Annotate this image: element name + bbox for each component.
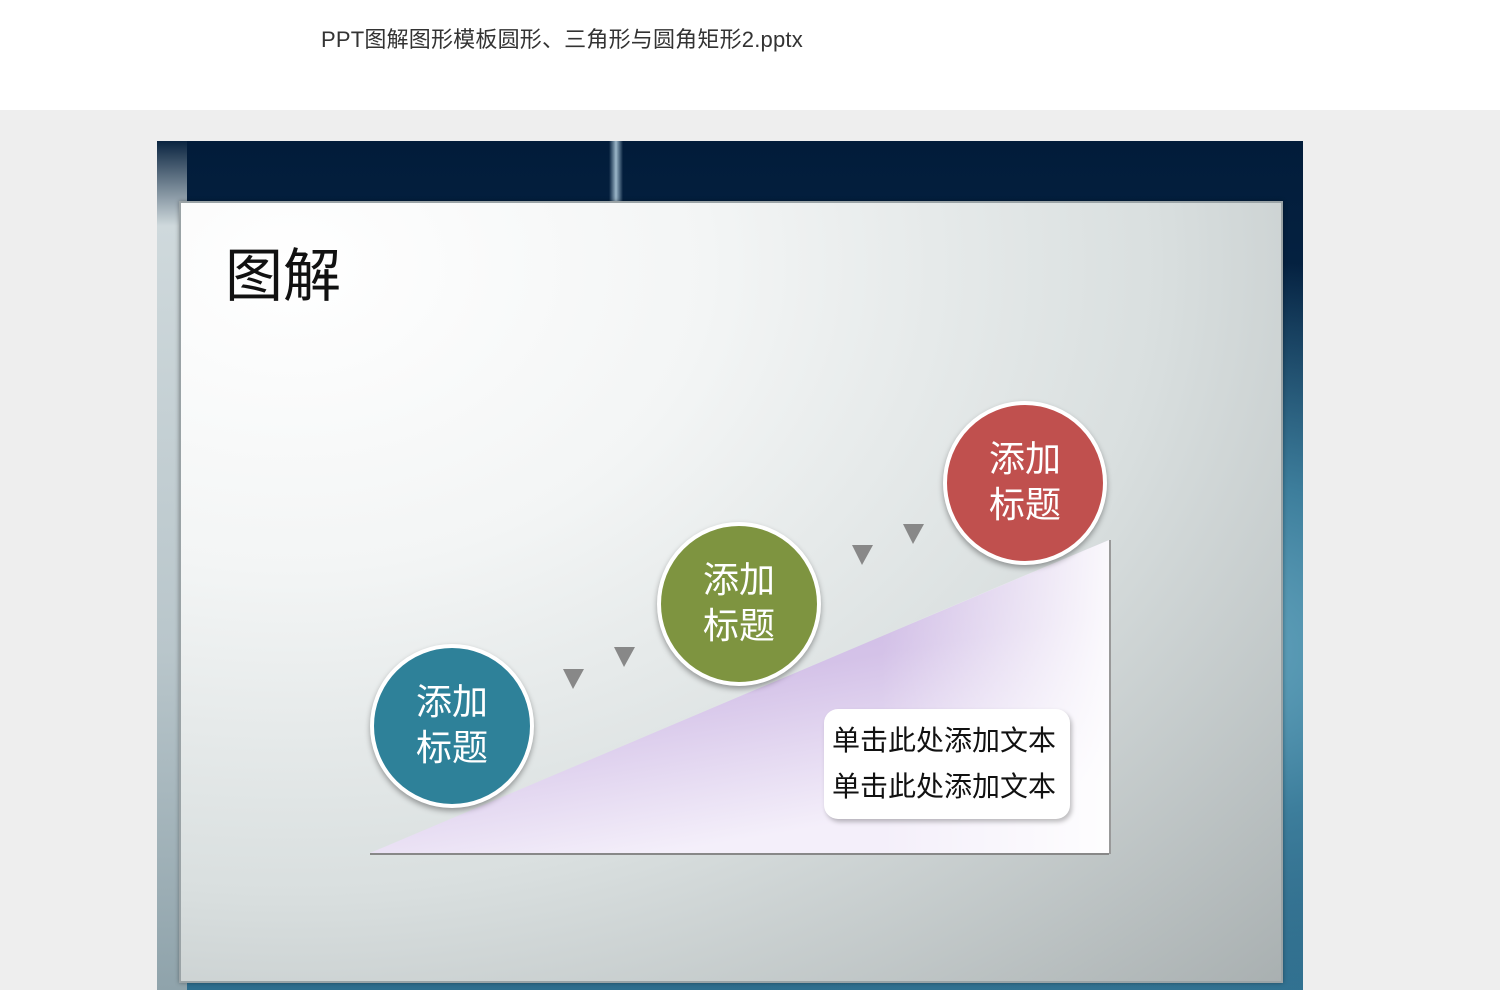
text-box-line1: 单击此处添加文本 bbox=[832, 724, 1057, 757]
arrow-icon bbox=[903, 524, 924, 544]
text-box[interactable]: 单击此处添加文本 单击此处添加文本 bbox=[824, 709, 1070, 819]
slide-background-streak bbox=[609, 141, 623, 203]
step-circle-2[interactable]: 添加 标题 bbox=[657, 522, 821, 686]
step-3-line1: 添加 bbox=[988, 439, 1061, 480]
text-box-line2: 单击此处添加文本 bbox=[832, 770, 1057, 803]
step-2-line2: 标题 bbox=[702, 606, 775, 647]
slide-preview: 图解 添加 标题 添加 标题 添加 标题 单击此处添加文本 单击此处添加文本 bbox=[157, 141, 1303, 990]
arrow-icon bbox=[563, 669, 584, 689]
arrow-icon bbox=[852, 545, 873, 565]
step-2-line1: 添加 bbox=[702, 560, 775, 601]
step-1-line1: 添加 bbox=[415, 682, 488, 723]
content-panel: 图解 添加 标题 添加 标题 添加 标题 单击此处添加文本 单击此处添加文本 bbox=[179, 201, 1283, 983]
step-circle-3[interactable]: 添加 标题 bbox=[943, 401, 1107, 565]
document-header: PPT图解图形模板圆形、三角形与圆角矩形2.pptx bbox=[0, 0, 1500, 110]
step-1-line2: 标题 bbox=[415, 728, 488, 769]
document-title: PPT图解图形模板圆形、三角形与圆角矩形2.pptx bbox=[321, 27, 803, 52]
step-3-line2: 标题 bbox=[988, 485, 1061, 526]
step-circle-1[interactable]: 添加 标题 bbox=[370, 644, 534, 808]
arrow-icon bbox=[614, 647, 635, 667]
